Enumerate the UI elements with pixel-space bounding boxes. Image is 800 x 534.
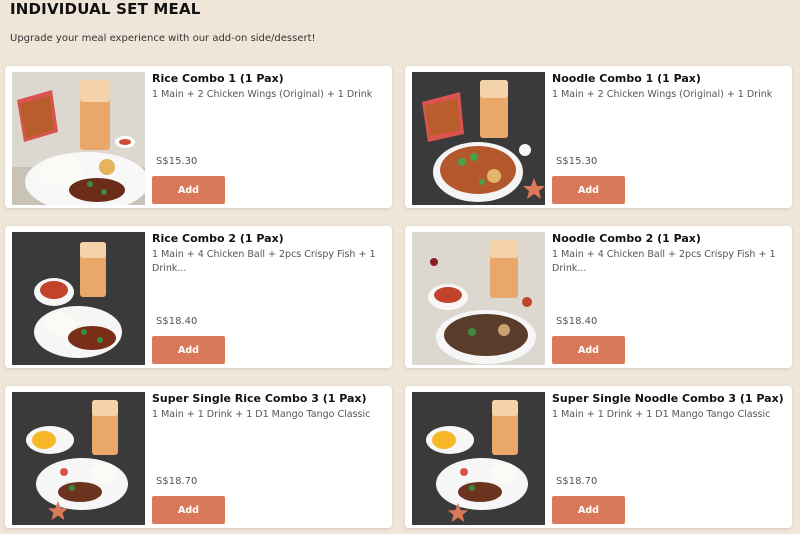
meal-grid: Rice Combo 1 (1 Pax) 1 Main + 2 Chicken …: [0, 0, 800, 534]
meal-card[interactable]: Noodle Combo 2 (1 Pax) 1 Main + 4 Chicke…: [405, 226, 792, 368]
item-name: Noodle Combo 1 (1 Pax): [552, 72, 701, 85]
add-button[interactable]: Add: [552, 496, 625, 524]
item-description: 1 Main + 4 Chicken Ball + 2pcs Crispy Fi…: [552, 249, 776, 274]
item-price: S$18.40: [156, 316, 198, 327]
super-single-noodle-combo-3-photo[interactable]: [412, 392, 545, 525]
add-button[interactable]: Add: [552, 176, 625, 204]
add-button[interactable]: Add: [152, 176, 225, 204]
rice-combo-1-photo[interactable]: [12, 72, 145, 205]
item-name: Super Single Noodle Combo 3 (1 Pax): [552, 392, 784, 405]
item-name: Super Single Rice Combo 3 (1 Pax): [152, 392, 367, 405]
item-description: 1 Main + 1 Drink + 1 D1 Mango Tango Clas…: [552, 409, 771, 420]
meal-card[interactable]: Rice Combo 2 (1 Pax) 1 Main + 4 Chicken …: [5, 226, 392, 368]
item-description: 1 Main + 4 Chicken Ball + 2pcs Crispy Fi…: [152, 249, 376, 274]
item-price: S$15.30: [556, 156, 598, 167]
item-description: 1 Main + 1 Drink + 1 D1 Mango Tango Clas…: [152, 409, 371, 420]
item-description: 1 Main + 2 Chicken Wings (Original) + 1 …: [152, 89, 373, 100]
star-icon: [47, 500, 69, 521]
star-icon: [447, 502, 469, 523]
meal-card[interactable]: Noodle Combo 1 (1 Pax) 1 Main + 2 Chicke…: [405, 66, 792, 208]
item-description: 1 Main + 2 Chicken Wings (Original) + 1 …: [552, 89, 773, 100]
item-price: S$18.70: [156, 476, 198, 487]
add-button[interactable]: Add: [552, 336, 625, 364]
star-icon: [523, 178, 545, 199]
rice-combo-2-photo[interactable]: [12, 232, 145, 365]
item-price: S$18.70: [556, 476, 598, 487]
meal-card[interactable]: Super Single Noodle Combo 3 (1 Pax) 1 Ma…: [405, 386, 792, 528]
item-name: Rice Combo 2 (1 Pax): [152, 232, 284, 245]
meal-card[interactable]: Super Single Rice Combo 3 (1 Pax) 1 Main…: [5, 386, 392, 528]
noodle-combo-2-photo[interactable]: [412, 232, 545, 365]
super-single-rice-combo-3-photo[interactable]: [12, 392, 145, 525]
item-name: Rice Combo 1 (1 Pax): [152, 72, 284, 85]
item-price: S$18.40: [556, 316, 598, 327]
add-button[interactable]: Add: [152, 496, 225, 524]
item-name: Noodle Combo 2 (1 Pax): [552, 232, 701, 245]
meal-card[interactable]: Rice Combo 1 (1 Pax) 1 Main + 2 Chicken …: [5, 66, 392, 208]
noodle-combo-1-photo[interactable]: [412, 72, 545, 205]
add-button[interactable]: Add: [152, 336, 225, 364]
item-price: S$15.30: [156, 156, 198, 167]
